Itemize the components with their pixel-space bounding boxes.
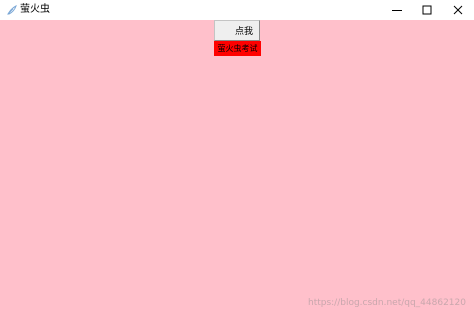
close-icon bbox=[453, 5, 463, 15]
close-button[interactable] bbox=[442, 0, 474, 20]
title-bar[interactable]: 萤火虫 bbox=[0, 0, 474, 20]
window-title: 萤火虫 bbox=[20, 4, 50, 15]
firefly-label: 萤火虫考试 bbox=[214, 41, 261, 56]
click-me-button[interactable]: 点我 bbox=[214, 20, 260, 41]
minimize-icon bbox=[392, 10, 402, 11]
feather-icon bbox=[7, 5, 17, 15]
app-window: 萤火虫 点我 萤火虫考试 https://blog.csdn.net/qq_44… bbox=[0, 0, 474, 314]
maximize-button[interactable] bbox=[411, 0, 443, 20]
watermark-text: https://blog.csdn.net/qq_44862120 bbox=[307, 298, 466, 308]
maximize-icon bbox=[422, 5, 432, 15]
client-area: 点我 萤火虫考试 https://blog.csdn.net/qq_448621… bbox=[0, 20, 474, 314]
minimize-button[interactable] bbox=[381, 0, 413, 20]
